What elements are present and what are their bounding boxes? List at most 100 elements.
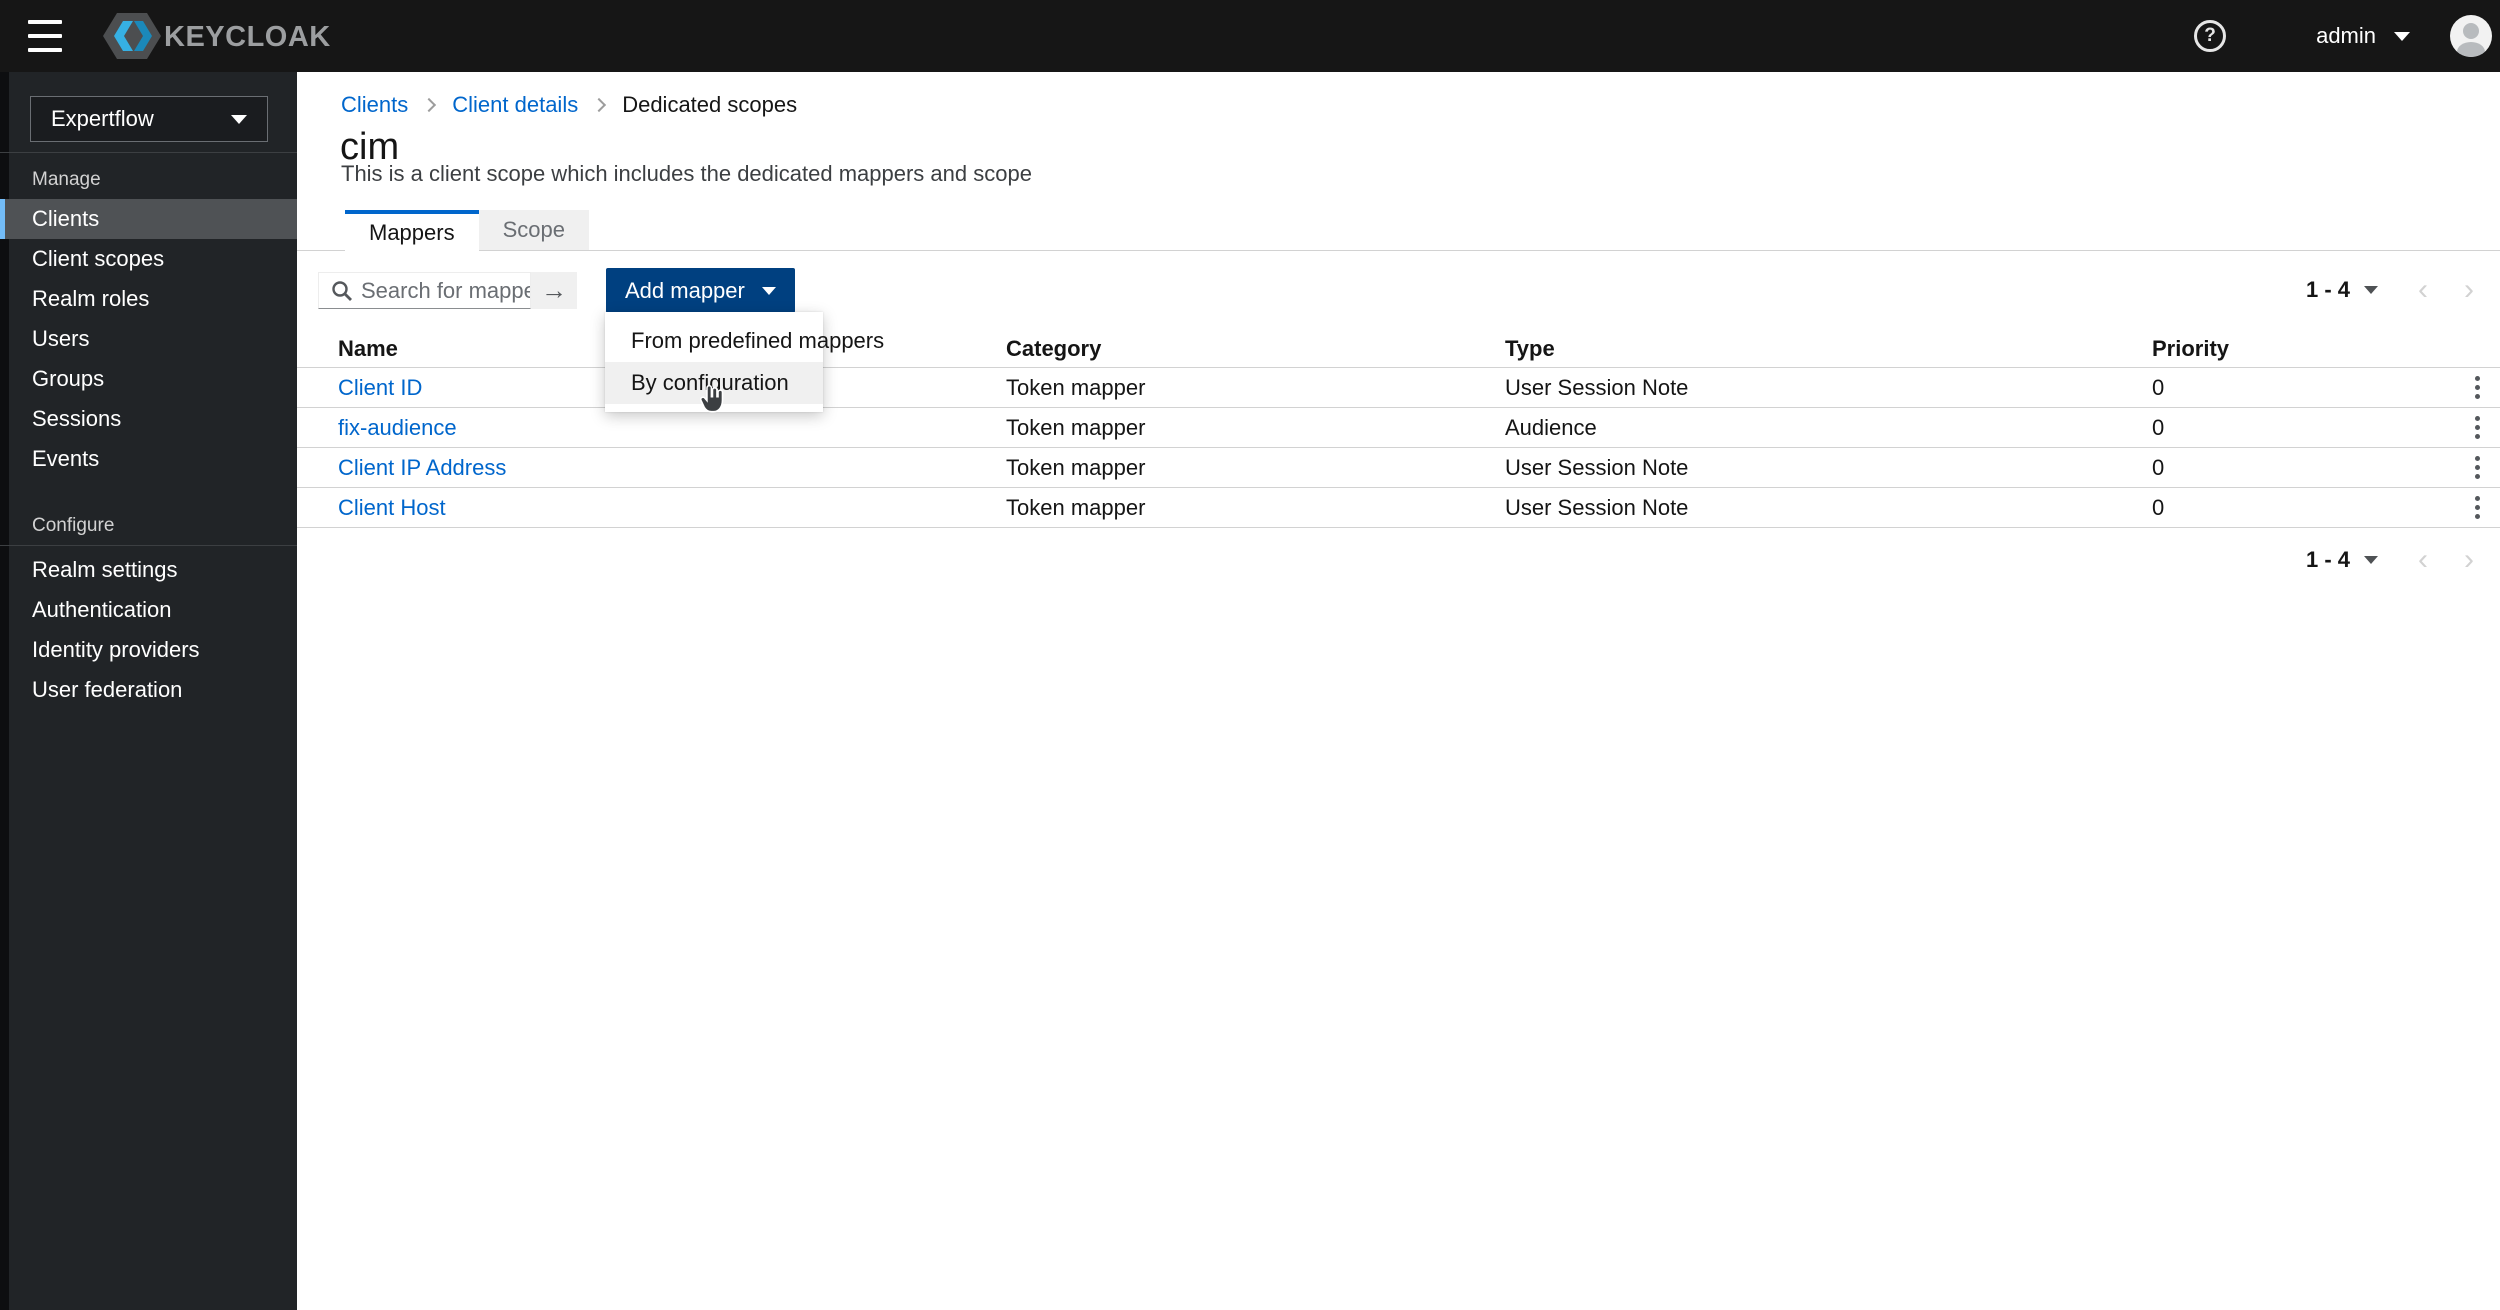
nav-item-label: Sessions (32, 406, 122, 431)
nav-item-label: Authentication (32, 597, 172, 622)
mapper-priority: 0 (2152, 414, 2165, 440)
chevron-down-icon (2364, 286, 2378, 294)
kebab-menu-icon[interactable] (2469, 450, 2486, 485)
mapper-category: Token mapper (1006, 414, 1146, 440)
sidebar-item-sessions[interactable]: Sessions (0, 399, 297, 439)
pagination-bottom: 1 - 4 ‹ › (2306, 540, 2492, 580)
nav-item-label: Clients (32, 206, 100, 231)
help-icon[interactable]: ? (2194, 20, 2227, 52)
keycloak-logo-icon: KEYCLOAK (103, 13, 331, 59)
pagination-next-button[interactable]: › (2446, 540, 2492, 580)
realm-selector-value: Expertflow (51, 106, 154, 131)
nav-group-configure: Configure Realm settings Authentication … (0, 515, 297, 710)
page-description: This is a client scope which includes th… (341, 161, 1032, 186)
pagination-prev-button[interactable]: ‹ (2400, 540, 2446, 580)
nav-item-label: Users (32, 326, 90, 351)
header-right-tools: ? admin (2194, 15, 2500, 57)
chevron-down-icon (761, 286, 776, 295)
chevron-right-icon (422, 97, 437, 113)
pagination-range-toggle[interactable]: 1 - 4 (2306, 547, 2378, 573)
chevron-down-icon (231, 114, 247, 124)
nav-item-label: Groups (32, 366, 105, 391)
nav-item-label: Realm roles (32, 286, 150, 311)
chevron-down-icon (2364, 556, 2378, 564)
sidebar-divider (0, 545, 297, 546)
search-submit-button[interactable]: → (531, 272, 577, 309)
avatar-head-icon (2463, 23, 2479, 39)
realm-selector[interactable]: Expertflow (30, 96, 268, 142)
table-row: Client IP Address Token mapper User Sess… (297, 448, 2500, 488)
keycloak-logo[interactable]: KEYCLOAK (102, 10, 350, 62)
sidebar-item-groups[interactable]: Groups (0, 359, 297, 399)
pagination-top: 1 - 4 ‹ › (2306, 270, 2492, 310)
mapper-priority: 0 (2152, 454, 2165, 480)
sidebar-item-users[interactable]: Users (0, 319, 297, 359)
help-glyph: ? (2204, 25, 2216, 46)
table-row: fix-audience Token mapper Audience 0 (297, 408, 2500, 448)
mapper-category: Token mapper (1006, 494, 1146, 520)
kebab-menu-icon[interactable] (2469, 370, 2486, 405)
keycloak-admin-console: KEYCLOAK ? admin Expertflow Manage Clien… (0, 0, 2500, 1310)
col-header-priority: Priority (2152, 335, 2230, 361)
sidebar-item-user-federation[interactable]: User federation (0, 670, 297, 710)
pagination-prev-button[interactable]: ‹ (2400, 270, 2446, 310)
sidebar-item-clients[interactable]: Clients (0, 199, 297, 239)
mapper-type: User Session Note (1505, 374, 1689, 400)
mapper-category: Token mapper (1006, 374, 1146, 400)
add-mapper-label: Add mapper (625, 277, 745, 303)
mapper-category: Token mapper (1006, 454, 1146, 480)
col-header-type: Type (1505, 335, 1555, 361)
tab-scope[interactable]: Scope (478, 210, 589, 250)
col-header-category: Category (1006, 335, 1102, 361)
nav-group-label: Manage (32, 169, 101, 190)
sidebar-item-identity-providers[interactable]: Identity providers (0, 630, 297, 670)
pagination-range: 1 - 4 (2305, 277, 2350, 302)
pagination-range-toggle[interactable]: 1 - 4 (2306, 277, 2378, 303)
pagination-range: 1 - 4 (2305, 547, 2350, 572)
add-mapper-button[interactable]: Add mapper (606, 268, 795, 313)
sidebar-item-realm-roles[interactable]: Realm roles (0, 279, 297, 319)
menu-item-from-predefined-mappers[interactable]: From predefined mappers (605, 320, 884, 362)
nav-item-label: Client scopes (32, 246, 165, 271)
tab-label: Mappers (369, 219, 455, 245)
breadcrumb-clients-link[interactable]: Clients (341, 92, 408, 118)
tab-label: Scope (502, 217, 565, 242)
kebab-menu-icon[interactable] (2469, 490, 2486, 525)
mouse-cursor-icon (699, 384, 724, 413)
hamburger-menu-icon[interactable] (28, 20, 68, 52)
menu-item-label: From predefined mappers (631, 328, 885, 353)
pagination-next-button[interactable]: › (2446, 270, 2492, 310)
sidebar-nav-list: Manage Clients Client scopes Realm roles… (0, 153, 297, 710)
avatar[interactable] (2450, 15, 2492, 57)
chevron-left-icon: ‹ (2418, 273, 2428, 306)
chevron-right-icon: › (2464, 273, 2474, 306)
tab-bar: Mappers Scope (297, 210, 2500, 251)
nav-item-label: Identity providers (32, 637, 200, 662)
kebab-menu-icon[interactable] (2469, 410, 2486, 445)
brand-text: KEYCLOAK (164, 21, 331, 53)
sidebar-item-authentication[interactable]: Authentication (0, 590, 297, 630)
search-input[interactable] (361, 277, 530, 304)
username-label: admin (2316, 23, 2376, 48)
mapper-priority: 0 (2152, 374, 2165, 400)
tab-mappers[interactable]: Mappers (345, 210, 479, 251)
sidebar-nav: Expertflow Manage Clients Client scopes … (0, 72, 297, 1310)
mapper-link[interactable]: Client Host (338, 495, 1006, 521)
breadcrumb-client-details-link[interactable]: Client details (452, 92, 578, 118)
chevron-left-icon: ‹ (2418, 543, 2428, 576)
nav-group-label: Configure (32, 515, 115, 536)
sidebar-item-realm-settings[interactable]: Realm settings (0, 550, 297, 590)
mapper-link[interactable]: fix-audience (338, 415, 1006, 441)
top-header-bar: KEYCLOAK ? admin (0, 0, 2500, 72)
mapper-link[interactable]: Client IP Address (338, 455, 1006, 481)
breadcrumb: Clients Client details Dedicated scopes (341, 92, 797, 118)
menu-item-by-configuration[interactable]: By configuration (605, 362, 823, 413)
user-menu[interactable]: admin (2316, 23, 2410, 49)
avatar-body-icon (2457, 42, 2485, 57)
search-box (318, 272, 531, 309)
mapper-type: Audience (1505, 414, 1597, 440)
sidebar-item-events[interactable]: Events (0, 439, 297, 479)
chevron-down-icon (2394, 31, 2410, 41)
arrow-right-icon: → (541, 275, 567, 305)
sidebar-item-client-scopes[interactable]: Client scopes (0, 239, 297, 279)
